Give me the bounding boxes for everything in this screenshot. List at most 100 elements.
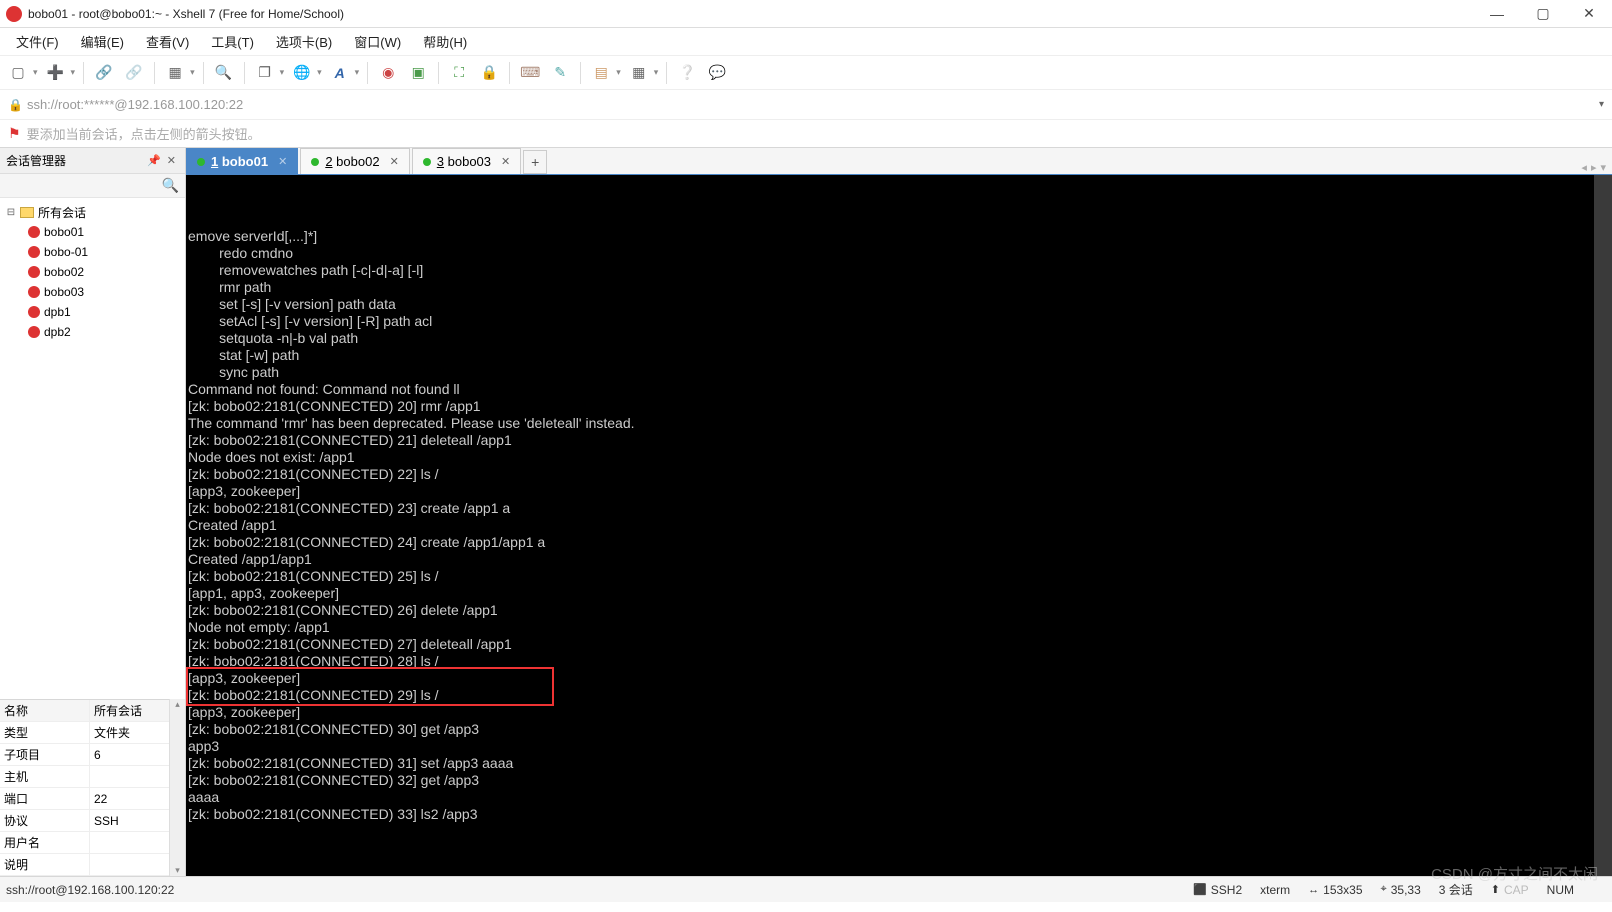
open-session-icon[interactable]: ➕ bbox=[44, 61, 68, 85]
pin-icon[interactable]: 📌 bbox=[144, 154, 164, 167]
menu-view[interactable]: 查看(V) bbox=[136, 30, 199, 53]
toolbar: ▢▾ ➕▾ 🔗 🔗 ▦▾ 🔍 ❐▾ 🌐▾ A▾ ◉ ▣ ⛶ 🔒 ⌨ ✎ ▤▾ ▦… bbox=[0, 56, 1612, 90]
find-icon[interactable]: 🔍 bbox=[212, 61, 236, 85]
separator bbox=[367, 62, 368, 84]
tab-next-icon[interactable]: ▸ bbox=[1591, 161, 1597, 174]
session-icon bbox=[28, 306, 40, 318]
prop-val: 6 bbox=[90, 744, 169, 765]
new-session-icon[interactable]: ▢ bbox=[6, 61, 30, 85]
menu-tab[interactable]: 选项卡(B) bbox=[266, 30, 342, 53]
prop-val: 文件夹 bbox=[90, 722, 169, 743]
session-icon bbox=[28, 266, 40, 278]
tab-close-icon[interactable]: ✕ bbox=[390, 155, 399, 168]
separator bbox=[244, 62, 245, 84]
prop-key: 主机 bbox=[0, 766, 90, 787]
folder-icon bbox=[20, 207, 34, 218]
lock-icon: 🔒 bbox=[8, 98, 23, 112]
layout2-icon[interactable]: ▦ bbox=[627, 61, 651, 85]
status-dot-icon bbox=[311, 158, 319, 166]
menu-tools[interactable]: 工具(T) bbox=[201, 30, 264, 53]
close-button[interactable]: ✕ bbox=[1566, 0, 1612, 28]
menu-edit[interactable]: 编辑(E) bbox=[71, 30, 134, 53]
record-icon[interactable]: ◉ bbox=[376, 61, 400, 85]
fullscreen-icon[interactable]: ⛶ bbox=[447, 61, 471, 85]
prop-val: 所有会话 bbox=[90, 700, 169, 721]
status-dot-icon bbox=[423, 158, 431, 166]
separator bbox=[154, 62, 155, 84]
status-sessions: 3 会话 bbox=[1439, 881, 1473, 898]
minimize-button[interactable]: — bbox=[1474, 0, 1520, 28]
layout1-icon[interactable]: ▤ bbox=[589, 61, 613, 85]
tab-close-icon[interactable]: ✕ bbox=[278, 155, 287, 168]
tree-session[interactable]: dpb2 bbox=[0, 322, 185, 342]
panel-search[interactable]: 🔍 bbox=[0, 174, 185, 198]
tree-session[interactable]: dpb1 bbox=[0, 302, 185, 322]
session-manager-panel: 会话管理器 📌 ✕ 🔍 ⊟ 所有会话 bobo01 bobo-01 bobo02… bbox=[0, 148, 186, 876]
font-icon[interactable]: A bbox=[328, 61, 352, 85]
tab-bobo01[interactable]: 1 bobo01 ✕ bbox=[186, 148, 298, 174]
close-panel-icon[interactable]: ✕ bbox=[164, 154, 179, 167]
copy-icon[interactable]: ❐ bbox=[253, 61, 277, 85]
separator bbox=[438, 62, 439, 84]
chat-icon[interactable]: 💬 bbox=[705, 61, 729, 85]
window-title: bobo01 - root@bobo01:~ - Xshell 7 (Free … bbox=[28, 7, 1474, 21]
address-text: ssh://root:******@192.168.100.120:22 bbox=[27, 97, 1599, 112]
tree-session[interactable]: bobo03 bbox=[0, 282, 185, 302]
dropdown-icon[interactable]: ▾ bbox=[1599, 99, 1604, 110]
separator bbox=[580, 62, 581, 84]
menu-help[interactable]: 帮助(H) bbox=[413, 30, 477, 53]
session-tree[interactable]: ⊟ 所有会话 bobo01 bobo-01 bobo02 bobo03 dpb1… bbox=[0, 198, 185, 699]
resize-grip-icon[interactable] bbox=[1592, 883, 1606, 897]
lock-icon[interactable]: 🔒 bbox=[477, 61, 501, 85]
terminal-output[interactable]: emove serverId[,...]*] redo cmdno remove… bbox=[186, 175, 1594, 876]
session-icon bbox=[28, 226, 40, 238]
terminal-scrollbar[interactable] bbox=[1594, 175, 1612, 876]
tree-session[interactable]: bobo02 bbox=[0, 262, 185, 282]
prop-val bbox=[90, 854, 169, 875]
properties-icon[interactable]: ▦ bbox=[163, 61, 187, 85]
cursor-icon: ⌖ bbox=[1381, 883, 1387, 896]
prop-key: 名称 bbox=[0, 700, 90, 721]
tree-session[interactable]: bobo01 bbox=[0, 222, 185, 242]
tab-bobo02[interactable]: 2 bobo02 ✕ bbox=[300, 148, 409, 174]
separator bbox=[83, 62, 84, 84]
menu-window[interactable]: 窗口(W) bbox=[344, 30, 411, 53]
tab-list-icon[interactable]: ▾ bbox=[1600, 161, 1606, 174]
session-label: bobo03 bbox=[44, 285, 84, 299]
globe-icon[interactable]: 🌐 bbox=[290, 61, 314, 85]
tab-close-icon[interactable]: ✕ bbox=[501, 155, 510, 168]
tab-prev-icon[interactable]: ◂ bbox=[1581, 161, 1587, 174]
maximize-button[interactable]: ▢ bbox=[1520, 0, 1566, 28]
tree-root[interactable]: ⊟ 所有会话 bbox=[0, 202, 185, 222]
disconnect-icon[interactable]: 🔗 bbox=[122, 61, 146, 85]
title-bar: bobo01 - root@bobo01:~ - Xshell 7 (Free … bbox=[0, 0, 1612, 28]
play-icon[interactable]: ▣ bbox=[406, 61, 430, 85]
prop-scrollbar[interactable]: ▴▾ bbox=[169, 699, 185, 876]
menu-file[interactable]: 文件(F) bbox=[6, 30, 69, 53]
flag-icon[interactable]: ⚑ bbox=[8, 125, 21, 142]
panel-title: 会话管理器 bbox=[6, 152, 144, 169]
add-tab-button[interactable]: + bbox=[523, 150, 547, 174]
help-icon[interactable]: ❔ bbox=[675, 61, 699, 85]
session-label: bobo-01 bbox=[44, 245, 88, 259]
tree-root-label: 所有会话 bbox=[38, 204, 86, 221]
prop-val bbox=[90, 766, 169, 787]
caps-icon: ⬆ bbox=[1491, 883, 1500, 896]
prop-val bbox=[90, 832, 169, 853]
reconnect-icon[interactable]: 🔗 bbox=[92, 61, 116, 85]
status-num: NUM bbox=[1547, 883, 1574, 897]
app-icon bbox=[6, 6, 22, 22]
hint-text: 要添加当前会话，点击左侧的箭头按钮。 bbox=[27, 124, 261, 143]
tab-bobo03[interactable]: 3 bobo03 ✕ bbox=[412, 148, 521, 174]
highlight-icon[interactable]: ✎ bbox=[548, 61, 572, 85]
tree-session[interactable]: bobo-01 bbox=[0, 242, 185, 262]
keyboard-icon[interactable]: ⌨ bbox=[518, 61, 542, 85]
ssh-icon: ⬛ bbox=[1193, 883, 1207, 896]
address-bar[interactable]: 🔒 ssh://root:******@192.168.100.120:22 ▾ bbox=[0, 90, 1612, 120]
status-bar: ssh://root@192.168.100.120:22 ⬛SSH2 xter… bbox=[0, 876, 1612, 902]
prop-key: 说明 bbox=[0, 854, 90, 875]
expand-icon[interactable]: ⊟ bbox=[6, 207, 16, 218]
status-ssh: SSH2 bbox=[1211, 883, 1242, 897]
hint-bar: ⚑ 要添加当前会话，点击左侧的箭头按钮。 bbox=[0, 120, 1612, 148]
status-size: 153x35 bbox=[1323, 883, 1362, 897]
